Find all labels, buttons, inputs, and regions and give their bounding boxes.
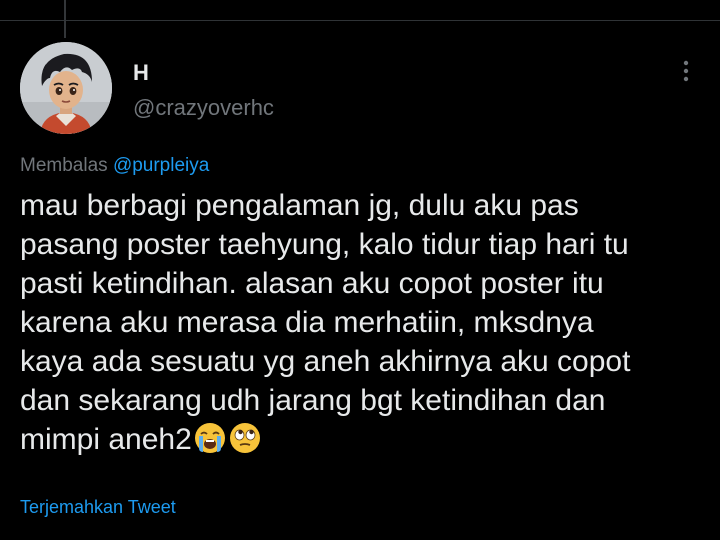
avatar-image [20, 42, 112, 134]
more-options-icon[interactable] [676, 58, 696, 84]
tweet-text: mau berbagi pengalaman jg, dulu aku pas … [20, 186, 710, 459]
tweet-text-line: karena aku merasa dia merhatiin, mksdnya [20, 306, 594, 339]
loudly-crying-face-icon [193, 421, 227, 455]
tweet-text-line: dan sekarang udh jarang bgt ketindihan d… [20, 384, 606, 417]
reply-context: Membalas @purpleiya [20, 155, 209, 177]
avatar[interactable] [20, 42, 112, 134]
top-divider [0, 20, 720, 21]
author-handle[interactable]: @crazyoverhc [133, 95, 274, 121]
tweet-text-line: pasti ketindihan. alasan aku copot poste… [20, 267, 604, 300]
face-with-rolling-eyes-icon [228, 421, 262, 455]
translate-tweet-link[interactable]: Terjemahkan Tweet [20, 497, 176, 518]
thread-connector-line [64, 0, 66, 38]
tweet-text-line: mau berbagi pengalaman jg, dulu aku pas [20, 189, 579, 222]
tweet-text-line-last: mimpi aneh2 [20, 420, 710, 459]
author-display-name[interactable]: H [133, 60, 149, 86]
tweet-text-line: pasang poster taehyung, kalo tidur tiap … [20, 228, 629, 261]
tweet-text-line: kaya ada sesuatu yg aneh akhirnya aku co… [20, 345, 631, 378]
tweet-text-line: mimpi aneh2 [20, 423, 192, 456]
reply-prefix: Membalas [20, 155, 108, 176]
reply-mention-link[interactable]: @purpleiya [113, 155, 209, 176]
